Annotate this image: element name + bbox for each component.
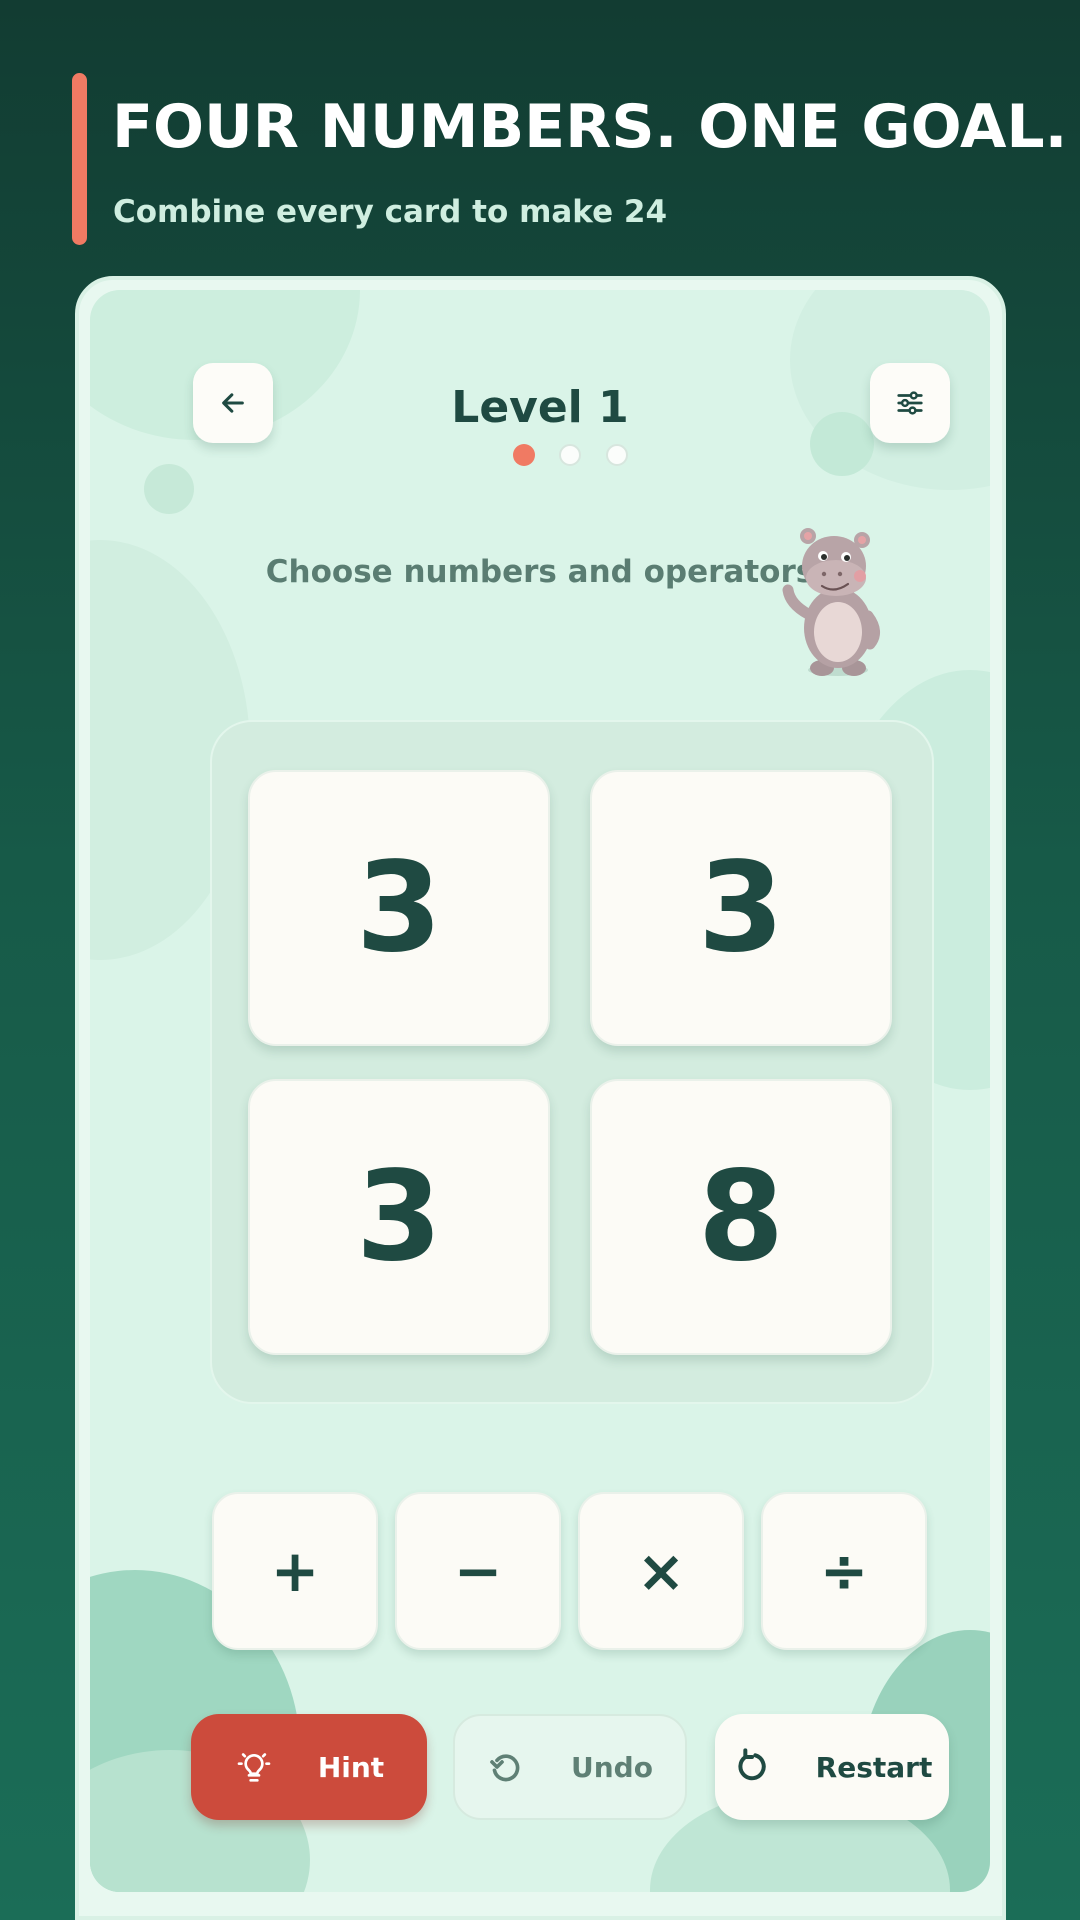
number-card[interactable]: 3 <box>248 770 550 1046</box>
operator-add-button[interactable]: + <box>212 1492 378 1650</box>
progress-dot-active <box>513 444 535 466</box>
undo-button[interactable]: Undo <box>453 1714 687 1820</box>
restart-icon <box>738 1748 766 1781</box>
bg-blob <box>144 464 194 514</box>
restart-label: Restart <box>815 1750 933 1784</box>
page-title: FOUR NUMBERS. ONE GOAL. <box>112 92 1068 162</box>
game-screen: Level 1 Choose numbers and operators 3 3… <box>90 290 990 1892</box>
undo-label: Undo <box>571 1750 653 1784</box>
restart-button[interactable]: Restart <box>715 1714 949 1820</box>
header-accent-bar <box>72 73 87 245</box>
operator-subtract-button[interactable]: − <box>395 1492 561 1650</box>
number-card[interactable]: 3 <box>590 770 892 1046</box>
page-subtitle: Combine every card to make 24 <box>113 194 668 230</box>
number-card[interactable]: 8 <box>590 1079 892 1355</box>
progress-dot <box>559 444 581 466</box>
level-title: Level 1 <box>451 382 629 433</box>
operator-multiply-button[interactable]: × <box>578 1492 744 1650</box>
number-card[interactable]: 3 <box>248 1079 550 1355</box>
undo-icon <box>490 1754 520 1782</box>
lightbulb-icon <box>237 1753 271 1782</box>
hippo-mascot <box>782 528 880 676</box>
operator-divide-button[interactable]: ÷ <box>761 1492 927 1650</box>
hint-button[interactable]: Hint <box>191 1714 427 1820</box>
progress-dot <box>606 444 628 466</box>
hint-label: Hint <box>317 1750 385 1784</box>
